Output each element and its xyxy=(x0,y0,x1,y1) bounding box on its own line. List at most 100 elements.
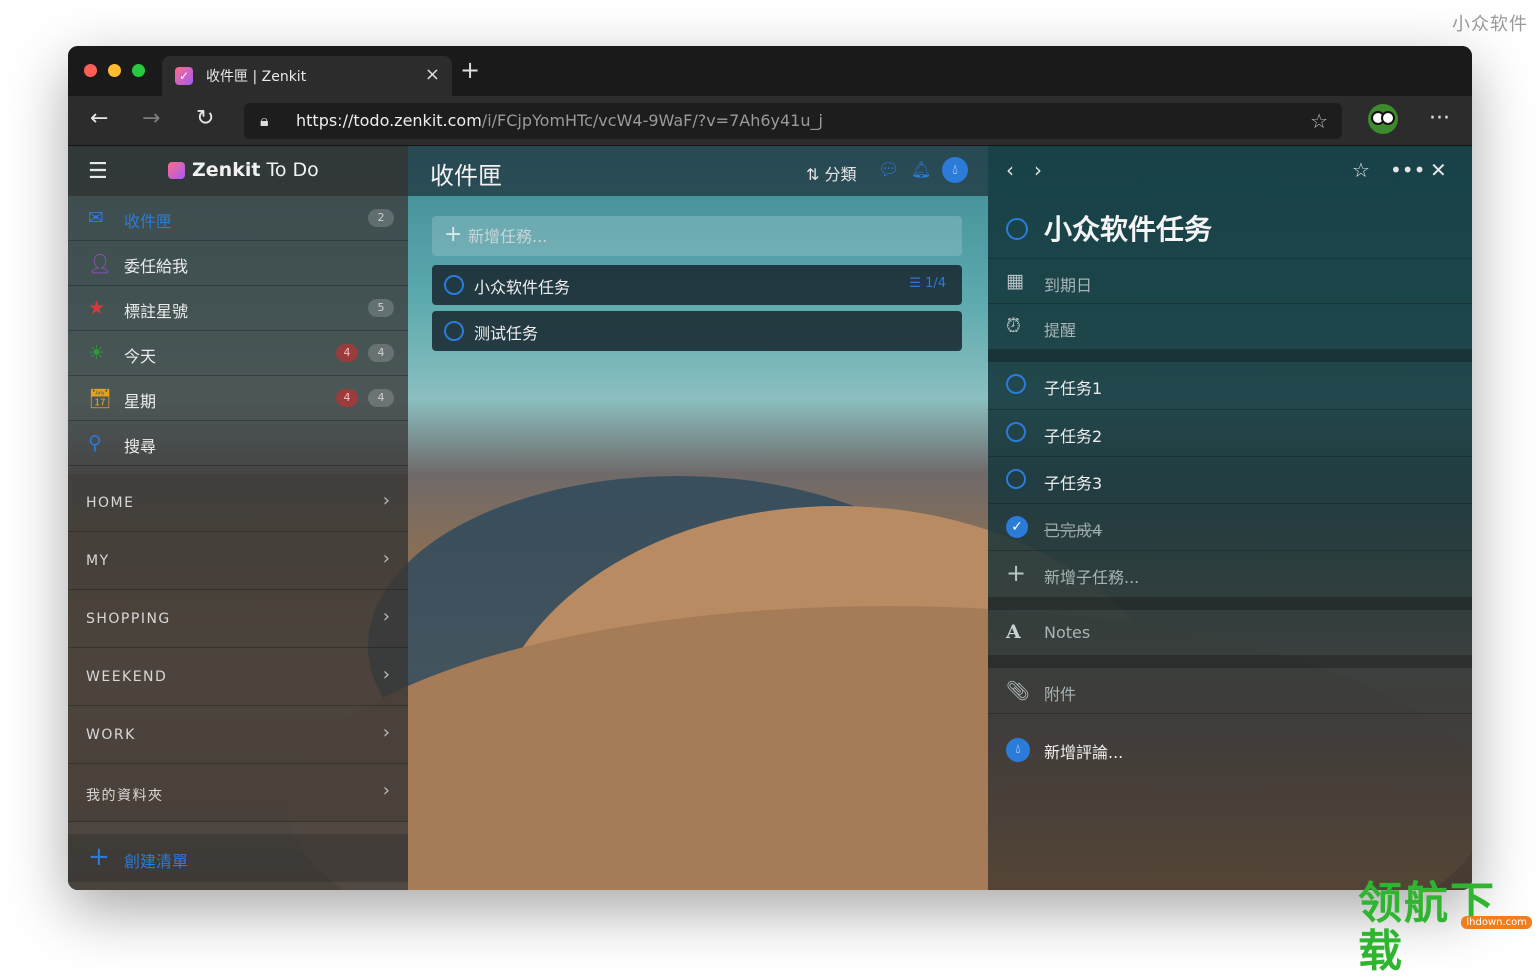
sidebar-item-search[interactable]: ⚲ 搜尋 xyxy=(68,421,408,466)
sidebar-item-inbox[interactable]: ✉ 收件匣 2 xyxy=(68,196,408,241)
group-label: WORK xyxy=(86,727,136,743)
overdue-badge: 4 xyxy=(336,389,358,407)
notes-label: Notes xyxy=(1044,623,1091,642)
list-title: 收件匣 xyxy=(430,162,502,190)
chevron-right-icon: › xyxy=(382,548,390,569)
sidebar-group-work[interactable]: WORK › xyxy=(68,706,408,764)
task-item[interactable]: 小众软件任务 ☰ 1/4 xyxy=(432,265,962,305)
comment-placeholder: 新增評論... xyxy=(1044,743,1124,762)
back-arrow-icon[interactable]: ← xyxy=(90,106,108,131)
reload-icon[interactable]: ↻ xyxy=(196,106,214,131)
count-badge: 4 xyxy=(368,344,394,362)
lock-icon: 🔒︎ xyxy=(260,111,269,130)
sidebar-group-weekend[interactable]: WEEKEND › xyxy=(68,648,408,706)
sidebar-item-label: 委任給我 xyxy=(124,257,189,276)
hamburger-menu-icon[interactable]: ☰ xyxy=(88,159,108,184)
subtask-checkbox[interactable] xyxy=(1006,374,1026,394)
task-item[interactable]: 测试任务 xyxy=(432,311,962,351)
forward-arrow-icon[interactable]: → xyxy=(142,106,160,131)
subtask-row[interactable]: 子任务3 xyxy=(988,457,1472,504)
drop-icon[interactable]: 💧︎ xyxy=(942,157,968,183)
calendar-icon: ▦ xyxy=(1006,270,1024,292)
subtask-row[interactable]: ✓ 已完成4 xyxy=(988,504,1472,551)
subtask-label: 子任务2 xyxy=(1044,427,1103,446)
sidebar-item-label: 星期 xyxy=(124,392,157,411)
watermark-domain: lhdown.com xyxy=(1461,916,1532,929)
chevron-right-icon: › xyxy=(382,780,390,801)
profile-avatar[interactable] xyxy=(1368,104,1398,134)
close-icon[interactable]: ✕ xyxy=(1430,158,1447,182)
window-maximize-button[interactable] xyxy=(132,64,145,77)
new-tab-icon[interactable]: + xyxy=(460,58,480,82)
count-badge: 4 xyxy=(368,389,394,407)
sidebar-group-home[interactable]: HOME › xyxy=(68,474,408,532)
sidebar-group-my-folder[interactable]: 我的資料夾 › xyxy=(68,764,408,822)
subtask-row[interactable]: 子任务2 xyxy=(988,410,1472,457)
chevron-right-icon: › xyxy=(382,490,390,511)
sidebar-group-my[interactable]: MY › xyxy=(68,532,408,590)
chevron-left-icon[interactable]: ‹ xyxy=(1006,158,1014,182)
window-minimize-button[interactable] xyxy=(108,64,121,77)
detail-toolbar: ‹ › ☆ ••• ✕ xyxy=(988,146,1472,196)
paperclip-icon: 📎︎ xyxy=(1006,680,1031,702)
window-close-button[interactable] xyxy=(84,64,97,77)
chevron-right-icon: › xyxy=(382,606,390,627)
sidebar-item-label: 今天 xyxy=(124,347,157,366)
comment-row[interactable]: 💧︎ 新增評論... xyxy=(988,726,1472,776)
browser-window: ✓ 收件匣 | Zenkit × + ← → ↻ 🔒︎ https://todo… xyxy=(68,46,1472,890)
task-detail-title[interactable]: 小众软件任务 xyxy=(1044,208,1212,248)
sidebar-item-week[interactable]: 📅︎ 星期 4 4 xyxy=(68,376,408,421)
section-divider xyxy=(988,598,1472,610)
overdue-badge: 4 xyxy=(336,344,358,362)
tab-title: 收件匣 | Zenkit xyxy=(206,69,307,85)
person-icon: 👤︎ xyxy=(88,253,113,275)
subtask-row[interactable]: 子任务1 xyxy=(988,362,1472,410)
chevron-right-icon[interactable]: › xyxy=(1034,158,1042,182)
group-label: MY xyxy=(86,553,110,569)
due-date-row[interactable]: ▦ 到期日 xyxy=(988,258,1472,304)
sidebar-item-assigned[interactable]: 👤︎ 委任給我 xyxy=(68,241,408,286)
section-divider xyxy=(988,656,1472,668)
task-complete-checkbox[interactable] xyxy=(1006,218,1028,240)
url-field[interactable]: 🔒︎ https://todo.zenkit.com/i/FCjpYomHTc/… xyxy=(244,103,1342,139)
search-icon: ⚲ xyxy=(88,432,102,454)
tab-close-icon[interactable]: × xyxy=(425,64,440,85)
section-divider xyxy=(988,350,1472,362)
url-text: https://todo.zenkit.com/i/FCjpYomHTc/vcW… xyxy=(296,111,823,130)
new-task-field[interactable]: + xyxy=(432,216,962,256)
new-subtask-row[interactable]: + 新增子任務... xyxy=(988,551,1472,598)
zenkit-favicon-icon: ✓ xyxy=(175,67,193,85)
checkmark-icon[interactable]: ✓ xyxy=(1006,516,1028,538)
more-icon[interactable]: ••• xyxy=(1390,158,1425,182)
sidebar-item-label: 搜尋 xyxy=(124,437,157,456)
sidebar: ☰ Zenkit To Do ✉ 收件匣 2 👤︎ 委任給我 ★ 標註星號 5 … xyxy=(68,146,408,890)
star-outline-icon[interactable]: ☆ xyxy=(1352,158,1370,182)
attachment-row[interactable]: 📎︎ 附件 xyxy=(988,668,1472,714)
task-checkbox[interactable] xyxy=(444,275,464,295)
chevron-right-icon: › xyxy=(382,722,390,743)
subtask-checkbox[interactable] xyxy=(1006,469,1026,489)
new-subtask-placeholder: 新增子任務... xyxy=(1044,568,1140,587)
reminder-row[interactable]: ⏰︎ 提醒 xyxy=(988,304,1472,350)
group-label: SHOPPING xyxy=(86,611,171,627)
browser-more-icon[interactable]: ··· xyxy=(1429,106,1450,131)
sidebar-item-starred[interactable]: ★ 標註星號 5 xyxy=(68,286,408,331)
bell-icon[interactable]: 🔔︎ xyxy=(911,160,931,179)
create-list-button[interactable]: + 創建清單 xyxy=(68,834,408,882)
task-checkbox[interactable] xyxy=(444,321,464,341)
subtask-checkbox[interactable] xyxy=(1006,422,1026,442)
browser-tab[interactable]: ✓ 收件匣 | Zenkit × xyxy=(162,56,452,96)
task-title: 测试任务 xyxy=(474,324,539,343)
checklist-icon: ☰ xyxy=(909,276,926,291)
new-task-input[interactable] xyxy=(468,224,948,248)
sort-icon: ⇅ xyxy=(806,165,825,184)
watermark-logo: 领航下载 lhdown.com xyxy=(1358,880,1534,976)
subtask-label: 已完成4 xyxy=(1044,521,1103,540)
sidebar-group-shopping[interactable]: SHOPPING › xyxy=(68,590,408,648)
comment-icon[interactable]: 💬︎ xyxy=(878,160,900,180)
sidebar-item-today[interactable]: ☀ 今天 4 4 xyxy=(68,331,408,376)
bookmark-star-icon[interactable]: ☆ xyxy=(1310,109,1328,133)
notes-row[interactable]: A Notes xyxy=(988,610,1472,656)
sort-button[interactable]: ⇅ 分類 xyxy=(806,161,857,185)
plus-icon: + xyxy=(444,222,463,247)
